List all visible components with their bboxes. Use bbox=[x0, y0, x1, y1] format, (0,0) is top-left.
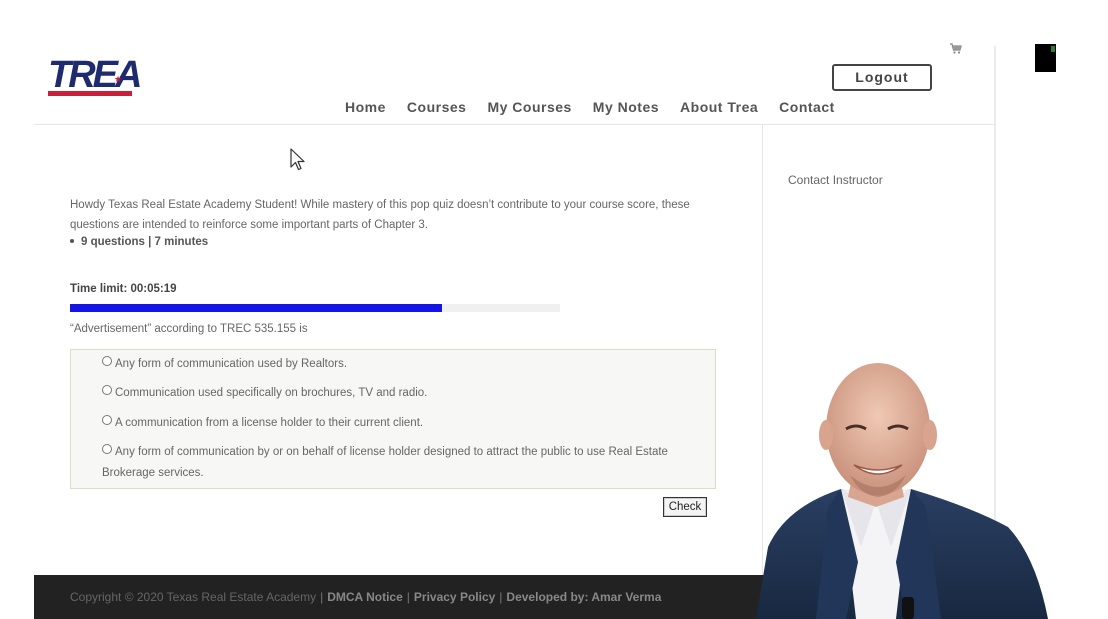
cart-icon[interactable] bbox=[950, 43, 962, 55]
answer-option[interactable]: A communication from a license holder to… bbox=[102, 413, 702, 434]
radio-button[interactable] bbox=[102, 443, 112, 454]
copyright-text: Copyright © 2020 Texas Real Estate Acade… bbox=[70, 590, 317, 604]
answer-options: Any form of communication used by Realto… bbox=[70, 349, 716, 489]
nav-my-notes[interactable]: My Notes bbox=[593, 99, 659, 117]
logo-text: TREA bbox=[48, 54, 142, 96]
answer-option[interactable]: Any form of communication by or on behal… bbox=[102, 442, 702, 484]
quiz-meta: 9 questions | 7 minutes bbox=[70, 236, 208, 248]
time-progress-fill bbox=[70, 304, 443, 312]
quiz-intro: Howdy Texas Real Estate Academy Student!… bbox=[70, 199, 690, 231]
privacy-policy-link[interactable]: Privacy Policy bbox=[414, 590, 495, 604]
footer-separator: | bbox=[406, 590, 410, 604]
time-progress-bar bbox=[70, 304, 560, 312]
nav-contact[interactable]: Contact bbox=[779, 99, 835, 117]
question-text: “Advertisement” according to TREC 535.15… bbox=[70, 323, 308, 335]
logo-star-icon: ★ bbox=[114, 74, 123, 84]
time-limit-label: Time limit: 00:05:19 bbox=[70, 283, 177, 295]
nav-home[interactable]: Home bbox=[345, 99, 386, 117]
check-button[interactable]: Check bbox=[663, 497, 707, 517]
developer-credit: Developed by: Amar Verma bbox=[506, 590, 662, 604]
screen-edge-block bbox=[1035, 44, 1056, 72]
footer-separator: | bbox=[320, 590, 324, 604]
quiz-meta-text: 9 questions | 7 minutes bbox=[81, 236, 209, 248]
answer-label: Communication used specifically on broch… bbox=[115, 387, 428, 399]
answer-label: Any form of communication by or on behal… bbox=[102, 446, 668, 479]
answer-label: Any form of communication used by Realto… bbox=[115, 358, 348, 370]
footer-text: Copyright © 2020 Texas Real Estate Acade… bbox=[70, 590, 661, 604]
header-divider bbox=[34, 124, 996, 125]
radio-button[interactable] bbox=[102, 355, 112, 366]
radio-button[interactable] bbox=[102, 384, 112, 395]
contact-instructor-link[interactable]: Contact Instructor bbox=[788, 173, 883, 187]
bullet-icon bbox=[70, 238, 74, 243]
radio-button[interactable] bbox=[102, 414, 112, 425]
nav-about-trea[interactable]: About Trea bbox=[680, 99, 758, 117]
logo-underline bbox=[48, 91, 132, 96]
nav-courses[interactable]: Courses bbox=[407, 99, 467, 117]
answer-label: A communication from a license holder to… bbox=[115, 417, 424, 429]
trea-logo[interactable]: TREA ★ bbox=[48, 56, 142, 97]
answer-option[interactable]: Any form of communication used by Realto… bbox=[102, 354, 702, 375]
indicator-dot bbox=[1051, 46, 1055, 52]
answer-option[interactable]: Communication used specifically on broch… bbox=[102, 383, 702, 404]
logout-button[interactable]: Logout bbox=[832, 64, 932, 91]
nav-my-courses[interactable]: My Courses bbox=[487, 99, 571, 117]
mouse-cursor-icon bbox=[290, 148, 305, 171]
main-nav: Home Courses My Courses My Notes About T… bbox=[345, 99, 856, 117]
presenter-webcam bbox=[756, 363, 1048, 619]
dmca-link[interactable]: DMCA Notice bbox=[327, 590, 403, 604]
footer-separator: | bbox=[499, 590, 503, 604]
